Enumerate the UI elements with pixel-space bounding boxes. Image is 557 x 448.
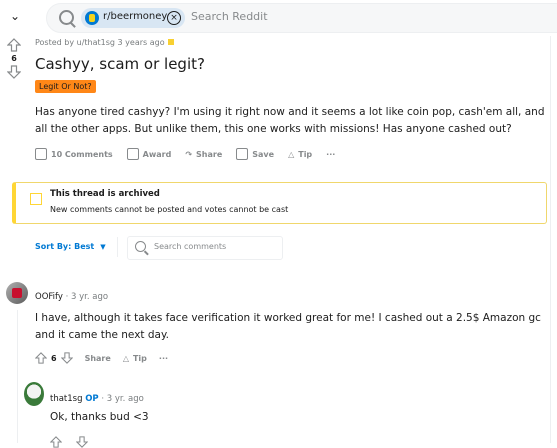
upvote-icon[interactable] <box>50 436 62 448</box>
award-label: Award <box>142 149 172 159</box>
comment-search-input[interactable] <box>152 241 276 252</box>
comment-vote: 6 <box>35 352 73 364</box>
post-actions: 10 Comments Award ↷ Share Save △ Tip ··· <box>35 148 335 160</box>
comment-actions: 6 Share △ Tip ··· <box>35 352 168 364</box>
comment-actions <box>50 436 88 448</box>
post-meta-text: Posted by u/that1sg 3 years ago <box>35 38 165 47</box>
comment-author-line: OOFify · 3 yr. ago <box>35 292 108 302</box>
bookmark-icon <box>236 148 249 160</box>
tip-icon: △ <box>288 149 295 159</box>
comment-author-line: that1sg OP · 3 yr. ago <box>50 394 144 404</box>
downvote-icon[interactable] <box>7 65 21 79</box>
avatar[interactable] <box>6 282 28 304</box>
vote-column: 6 <box>6 38 22 79</box>
comment-share-button[interactable]: Share <box>85 354 111 363</box>
search-icon <box>135 241 146 252</box>
tip-button[interactable]: △ Tip <box>288 150 312 159</box>
comment-tip-button[interactable]: △ Tip <box>123 354 147 363</box>
close-icon[interactable]: × <box>167 11 181 25</box>
top-bar: ⌄ r/beermoney × <box>0 0 557 36</box>
comment-more-button[interactable]: ··· <box>159 354 168 363</box>
comments-label: 10 Comments <box>51 149 113 159</box>
more-options-button[interactable]: ··· <box>326 150 335 159</box>
save-label: Save <box>252 149 275 159</box>
post-meta: Posted by u/that1sg 3 years ago <box>35 38 174 47</box>
share-icon: ↷ <box>185 149 193 159</box>
thread-line[interactable] <box>17 310 18 443</box>
archived-description: New comments cannot be posted and votes … <box>50 205 289 214</box>
avatar[interactable] <box>24 382 44 406</box>
vote-count: 6 <box>11 54 17 63</box>
caret-down-icon: ▼ <box>100 243 106 251</box>
award-button[interactable]: Award <box>126 148 172 160</box>
sort-dropdown[interactable]: Sort By: Best ▼ <box>35 242 106 251</box>
divider <box>117 237 118 257</box>
chevron-down-icon[interactable]: ⌄ <box>10 9 20 23</box>
post-flair[interactable]: Legit Or Not? <box>35 80 96 93</box>
upvote-icon[interactable] <box>35 352 47 364</box>
subreddit-icon <box>85 11 99 25</box>
comment-body: Ok, thanks bud <3 <box>50 411 149 423</box>
archived-notice: This thread is archived New comments can… <box>12 182 547 224</box>
comments-button[interactable]: 10 Comments <box>35 148 113 160</box>
comment-author[interactable]: that1sg <box>50 394 83 404</box>
post-body: Has anyone tired cashyy? I'm using it ri… <box>35 106 545 135</box>
downvote-icon[interactable] <box>76 436 88 448</box>
sort-label: Sort By: Best <box>35 242 95 251</box>
search-input[interactable] <box>189 9 393 24</box>
subreddit-chip-label: r/beermoney <box>103 11 168 22</box>
save-button[interactable]: Save <box>236 148 274 160</box>
tip-label: Tip <box>298 149 313 159</box>
upvote-icon[interactable] <box>7 38 21 52</box>
divider <box>550 36 551 443</box>
comment-time[interactable]: · 3 yr. ago <box>66 292 108 302</box>
comment-search[interactable] <box>127 236 283 260</box>
tip-label: Tip <box>132 353 147 363</box>
share-button[interactable]: ↷ Share <box>185 150 222 159</box>
tip-icon: △ <box>122 353 129 363</box>
award-badge-icon <box>167 39 174 45</box>
comment-vote-count: 6 <box>51 353 57 363</box>
comment-body: I have, although it takes face verificat… <box>35 312 541 341</box>
op-badge: OP <box>85 394 99 404</box>
archive-icon <box>30 193 42 205</box>
downvote-icon[interactable] <box>60 352 73 364</box>
subreddit-chip[interactable]: r/beermoney × <box>81 8 185 28</box>
comment-author[interactable]: OOFify <box>35 292 63 302</box>
share-label: Share <box>196 149 223 159</box>
search-bar[interactable]: r/beermoney × <box>46 3 557 33</box>
comment-icon <box>35 148 47 160</box>
comment-time[interactable]: · 3 yr. ago <box>101 394 143 404</box>
post-title[interactable]: Cashyy, scam or legit? <box>35 55 205 73</box>
search-icon <box>59 10 74 25</box>
archived-title: This thread is archived <box>50 189 160 199</box>
gift-icon <box>126 148 139 160</box>
